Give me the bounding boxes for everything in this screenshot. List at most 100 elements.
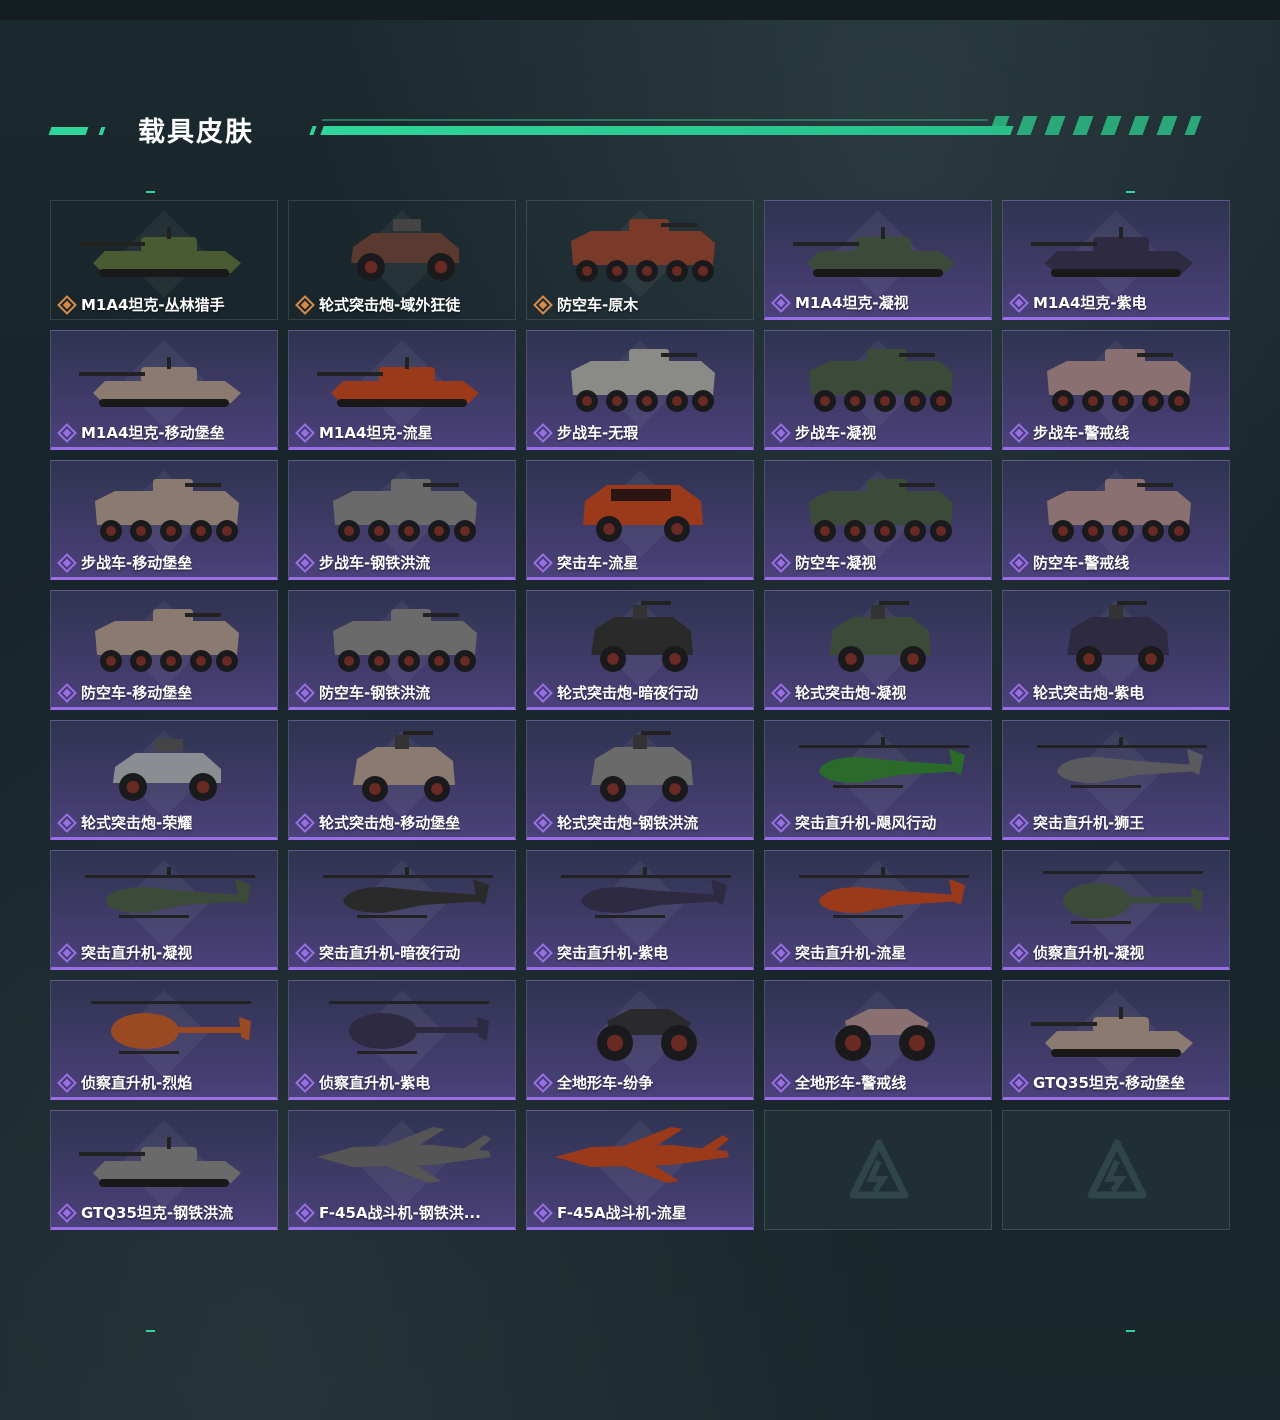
header-accent-bar [320,126,1014,135]
skin-name: 轮式突击炮-紫电 [1033,684,1145,702]
scout-helicopter-icon [329,1001,489,1054]
skin-card[interactable]: 突击直升机-狮王 [1002,720,1230,840]
skin-card[interactable]: F-45A战斗机-钢铁洪... [288,1110,516,1230]
skin-name: 突击直升机-凝视 [81,944,193,962]
skin-name: 防空车-原木 [557,296,639,314]
skin-name: 步战车-凝视 [795,424,877,442]
skin-card[interactable]: 突击直升机-流星 [764,850,992,970]
atv-icon [835,1009,935,1061]
header-checker-pattern [988,116,1202,135]
skin-card[interactable]: 防空车-钢铁洪流 [288,590,516,710]
skin-label: F-45A战斗机-钢铁洪... [295,1202,481,1223]
skin-card[interactable]: 轮式突击炮-移动堡垒 [288,720,516,840]
skin-card[interactable]: 步战车-警戒线 [1002,330,1230,450]
skin-card[interactable]: 突击直升机-紫电 [526,850,754,970]
empty-slot-logo-icon [849,1139,909,1199]
epic-rank-icon [57,812,77,833]
skin-card[interactable]: 步战车-无瑕 [526,330,754,450]
skin-label: 突击直升机-紫电 [533,942,668,963]
skin-card[interactable]: 防空车-凝视 [764,460,992,580]
skin-card[interactable]: 防空车-警戒线 [1002,460,1230,580]
skin-label: M1A4坦克-移动堡垒 [57,422,225,443]
epic-rank-icon [533,942,553,963]
skin-card[interactable]: M1A4坦克-凝视 [764,200,992,320]
skin-card[interactable]: F-45A战斗机-流星 [526,1110,754,1230]
skin-name: 突击直升机-暗夜行动 [319,944,461,962]
skin-label: 轮式突击炮-域外狂徒 [295,294,460,315]
empty-skin-slot[interactable] [1002,1110,1230,1230]
skin-card[interactable]: 突击车-流星 [526,460,754,580]
skin-card[interactable]: 轮式突击炮-紫电 [1002,590,1230,710]
top-strip [0,0,1280,20]
skin-card[interactable]: 步战车-凝视 [764,330,992,450]
skin-name: 轮式突击炮-钢铁洪流 [557,814,699,832]
skin-grid: M1A4坦克-丛林猎手 轮式突击炮-域外狂徒 防空车-原木 M1A4坦克-凝视 … [50,200,1230,1230]
skin-name: 步战车-无瑕 [557,424,639,442]
skin-card[interactable]: 防空车-原木 [526,200,754,320]
skin-card[interactable]: 轮式突击炮-域外狂徒 [288,200,516,320]
skin-label: 防空车-移动堡垒 [57,682,192,703]
skin-card[interactable]: 突击直升机-暗夜行动 [288,850,516,970]
skin-card[interactable]: 防空车-移动堡垒 [50,590,278,710]
epic-rank-icon [57,942,77,963]
skin-card[interactable]: 突击直升机-飓风行动 [764,720,992,840]
apc-icon [333,479,477,542]
skin-card[interactable]: 全地形车-纷争 [526,980,754,1100]
epic-rank-icon [533,1072,553,1093]
empty-skin-slot[interactable] [764,1110,992,1230]
skin-name: 轮式突击炮-凝视 [795,684,907,702]
tank-icon [79,1137,241,1187]
skin-card[interactable]: 侦察直升机-紫电 [288,980,516,1100]
epic-rank-icon [533,1202,553,1223]
legendary-rank-icon [533,294,553,315]
skin-card[interactable]: M1A4坦克-流星 [288,330,516,450]
empty-slot-logo-icon [1087,1139,1147,1199]
skin-label: 步战车-钢铁洪流 [295,552,430,573]
skin-card[interactable]: 步战车-钢铁洪流 [288,460,516,580]
header-accent-tick [98,127,106,135]
helicopter-icon [799,737,969,788]
epic-rank-icon [295,1072,315,1093]
skin-card[interactable]: 侦察直升机-凝视 [1002,850,1230,970]
epic-rank-icon [533,422,553,443]
epic-rank-icon [57,1202,77,1223]
skin-card[interactable]: 突击直升机-凝视 [50,850,278,970]
skin-name: 步战车-钢铁洪流 [319,554,431,572]
skin-card[interactable]: M1A4坦克-移动堡垒 [50,330,278,450]
skin-label: 步战车-警戒线 [1009,422,1129,443]
header-accent-tick [309,126,317,135]
skin-card[interactable]: 轮式突击炮-暗夜行动 [526,590,754,710]
scout-helicopter-icon [91,1001,251,1054]
armored-car-icon [591,601,693,672]
helicopter-icon [1037,737,1207,788]
skin-label: 侦察直升机-凝视 [1009,942,1144,963]
skin-label: 轮式突击炮-紫电 [1009,682,1144,703]
skin-card[interactable]: 全地形车-警戒线 [764,980,992,1100]
armored-car-icon [113,739,221,801]
skin-label: M1A4坦克-凝视 [771,292,909,313]
armored-car-icon [829,601,931,672]
skin-label: 侦察直升机-紫电 [295,1072,430,1093]
helicopter-icon [85,867,255,918]
skin-card[interactable]: M1A4坦克-紫电 [1002,200,1230,320]
skin-card[interactable]: 轮式突击炮-凝视 [764,590,992,710]
helicopter-icon [323,867,493,918]
apc-icon [571,349,715,412]
skin-card[interactable]: M1A4坦克-丛林猎手 [50,200,278,320]
skin-name: M1A4坦克-流星 [319,424,433,442]
skin-name: 步战车-移动堡垒 [81,554,193,572]
epic-rank-icon [1009,552,1029,573]
skin-label: 防空车-钢铁洪流 [295,682,430,703]
apc-icon [95,479,239,542]
skin-label: F-45A战斗机-流星 [533,1202,687,1223]
skin-card[interactable]: GTQ35坦克-钢铁洪流 [50,1110,278,1230]
skin-card[interactable]: 轮式突击炮-钢铁洪流 [526,720,754,840]
skin-card[interactable]: 轮式突击炮-荣耀 [50,720,278,840]
skin-name: 突击车-流星 [557,554,639,572]
epic-rank-icon [295,942,315,963]
skin-card[interactable]: GTQ35坦克-移动堡垒 [1002,980,1230,1100]
skin-card[interactable]: 侦察直升机-烈焰 [50,980,278,1100]
skin-card[interactable]: 步战车-移动堡垒 [50,460,278,580]
armored-car-icon [351,219,459,281]
skin-label: 突击直升机-狮王 [1009,812,1144,833]
